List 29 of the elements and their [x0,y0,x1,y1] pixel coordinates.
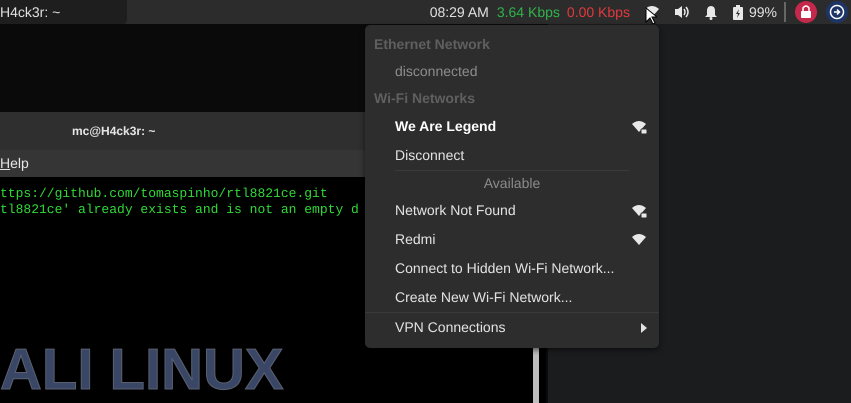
terminal-line: ttps://github.com/tomaspinho/rtl8821ce.git [0,186,328,202]
menu-item[interactable]: Help [0,153,29,174]
upload-speed: 0.00 Kbps [566,2,630,22]
network-item[interactable]: Network Not Found [365,196,659,225]
network-item[interactable]: We Are Legend [365,112,659,141]
menu-item[interactable]: Connect to Hidden Wi-Fi Network... [365,254,659,283]
bell-icon[interactable] [704,4,718,20]
secured-wifi-icon [631,120,647,134]
connection-status: disconnected [395,62,478,81]
battery-icon [732,4,743,20]
volume-icon[interactable] [674,5,690,19]
battery-percentage: 99% [748,2,777,22]
network-item[interactable]: Redmi [365,225,659,254]
window-title: mc@H4ck3r: ~ [72,123,156,140]
menu-item[interactable]: Disconnect [365,141,659,170]
secured-wifi-icon [631,204,647,218]
download-speed: 3.64 Kbps [496,2,560,22]
menu-item[interactable]: Create New Wi-Fi Network... [365,283,659,312]
caret-icon [641,322,647,332]
section-label: Available [484,174,540,193]
wifi-icon [631,232,647,246]
mouse-pointer-icon [645,7,657,25]
submenu-item[interactable]: VPN Connections [365,313,659,342]
terminal-line: tl8821ce' already exists and is not an empty d [0,202,359,218]
lock-icon[interactable] [795,1,817,23]
clock[interactable]: 08:29 AM [430,2,489,22]
window-tab[interactable]: H4ck3r: ~ [0,0,127,24]
wallpaper-text: ALI LINUX [0,340,284,400]
logout-icon[interactable] [826,1,848,23]
